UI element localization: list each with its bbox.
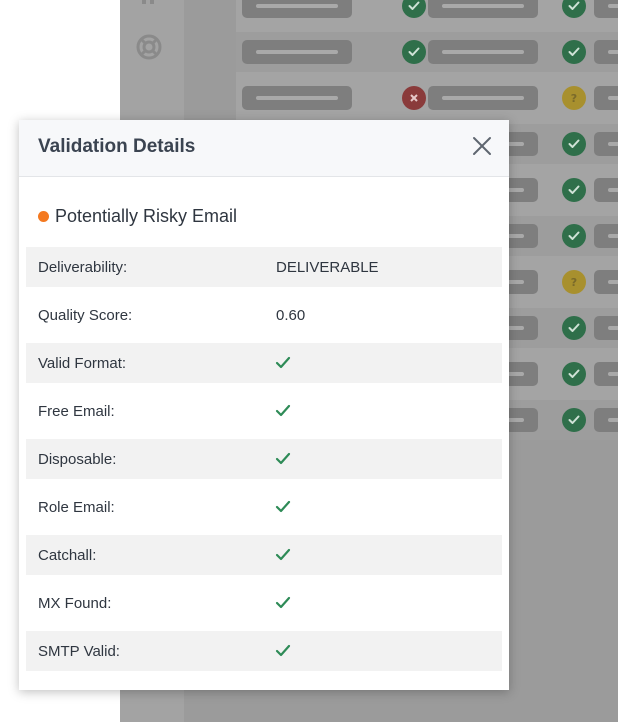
check-circle-icon	[562, 408, 586, 432]
background-cell-pill	[594, 132, 618, 156]
background-cell-pill	[594, 86, 618, 110]
close-icon	[473, 137, 491, 155]
background-cell-pill	[428, 86, 538, 110]
check-icon	[275, 644, 291, 658]
detail-label: Valid Format:	[38, 355, 127, 372]
check-icon	[275, 596, 291, 610]
background-cell-pill	[594, 224, 618, 248]
detail-row: Free Email:	[26, 391, 502, 431]
check-circle-icon	[402, 0, 426, 18]
check-icon	[275, 356, 291, 370]
background-cell-pill	[242, 40, 352, 64]
detail-row: Deliverability: DELIVERABLE	[26, 247, 502, 287]
background-cell-pill	[428, 40, 538, 64]
detail-label: Deliverability:	[38, 259, 128, 276]
background-cell-pill	[242, 0, 352, 18]
error-circle-icon	[402, 86, 426, 110]
check-icon	[275, 500, 291, 514]
background-table-row	[236, 0, 618, 26]
check-circle-icon	[562, 362, 586, 386]
detail-value: 0.60	[276, 307, 306, 324]
risk-dot-icon	[38, 210, 49, 222]
check-circle-icon	[562, 316, 586, 340]
risk-status: Potentially Risky Email	[38, 205, 237, 227]
check-circle-icon	[562, 0, 586, 18]
detail-row: MX Found:	[26, 583, 502, 623]
check-circle-icon	[562, 224, 586, 248]
detail-label: Disposable:	[38, 451, 117, 468]
detail-row: Role Email:	[26, 487, 502, 527]
detail-row: SMTP Valid:	[26, 631, 502, 671]
detail-label: Role Email:	[38, 499, 115, 516]
background-cell-pill	[242, 86, 352, 110]
background-table-row	[236, 32, 618, 72]
detail-row: Disposable:	[26, 439, 502, 479]
background-cell-pill	[428, 0, 538, 18]
check-circle-icon	[562, 178, 586, 202]
background-table-row: ?	[236, 78, 618, 118]
background-cell-pill	[594, 178, 618, 202]
detail-label: SMTP Valid:	[38, 643, 120, 660]
close-button[interactable]	[471, 135, 493, 157]
detail-row: Valid Format:	[26, 343, 502, 383]
check-circle-icon	[402, 40, 426, 64]
detail-label: Catchall:	[38, 547, 97, 564]
detail-label: Quality Score:	[38, 307, 133, 324]
check-icon	[275, 452, 291, 466]
validation-details-modal: Validation Details Potentially Risky Ema…	[19, 120, 509, 690]
background-cell-pill	[594, 362, 618, 386]
check-icon	[275, 404, 291, 418]
question-circle-icon: ?	[562, 270, 586, 294]
detail-row: Quality Score: 0.60	[26, 295, 502, 335]
svg-text:?: ?	[571, 92, 577, 104]
check-circle-icon	[562, 40, 586, 64]
detail-label: Free Email:	[38, 403, 115, 420]
detail-value: DELIVERABLE	[276, 259, 379, 276]
background-cell-pill	[594, 408, 618, 432]
modal-title: Validation Details	[38, 136, 196, 157]
page: ??? Validation Details Potentially Risky…	[0, 0, 618, 722]
background-cell-pill	[594, 316, 618, 340]
background-cell-pill	[594, 40, 618, 64]
background-cell-pill	[594, 270, 618, 294]
background-cell-pill	[594, 0, 618, 18]
check-icon	[275, 548, 291, 562]
risk-label: Potentially Risky Email	[55, 205, 238, 226]
detail-row: Catchall:	[26, 535, 502, 575]
detail-label: MX Found:	[38, 595, 112, 612]
svg-text:?: ?	[571, 276, 577, 288]
check-circle-icon	[562, 132, 586, 156]
pause-icon	[136, 0, 160, 14]
details-list: Deliverability: DELIVERABLE Quality Score:…	[26, 247, 502, 679]
lifebuoy-icon	[136, 34, 162, 60]
modal-header: Validation Details	[19, 120, 509, 177]
question-circle-icon: ?	[562, 86, 586, 110]
